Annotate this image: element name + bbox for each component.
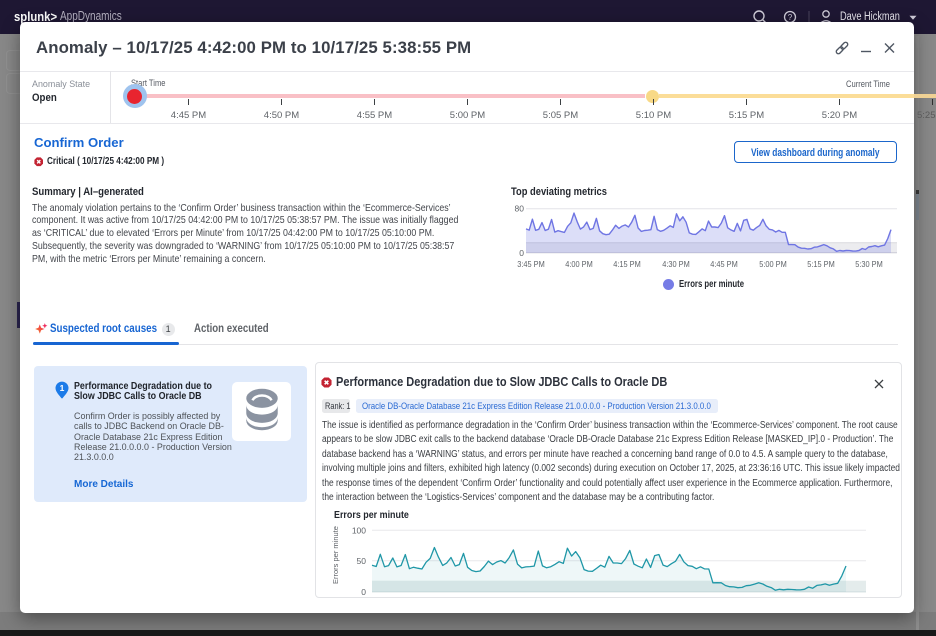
svg-text:80: 80 — [515, 204, 525, 214]
svg-text:Errors per minute: Errors per minute — [331, 526, 340, 584]
svg-text:50: 50 — [357, 556, 367, 566]
svg-text:0: 0 — [519, 248, 524, 258]
svg-text:0: 0 — [361, 587, 366, 597]
svg-text:?: ? — [788, 13, 793, 22]
svg-text:1: 1 — [59, 383, 64, 393]
svg-text:100: 100 — [352, 526, 366, 536]
